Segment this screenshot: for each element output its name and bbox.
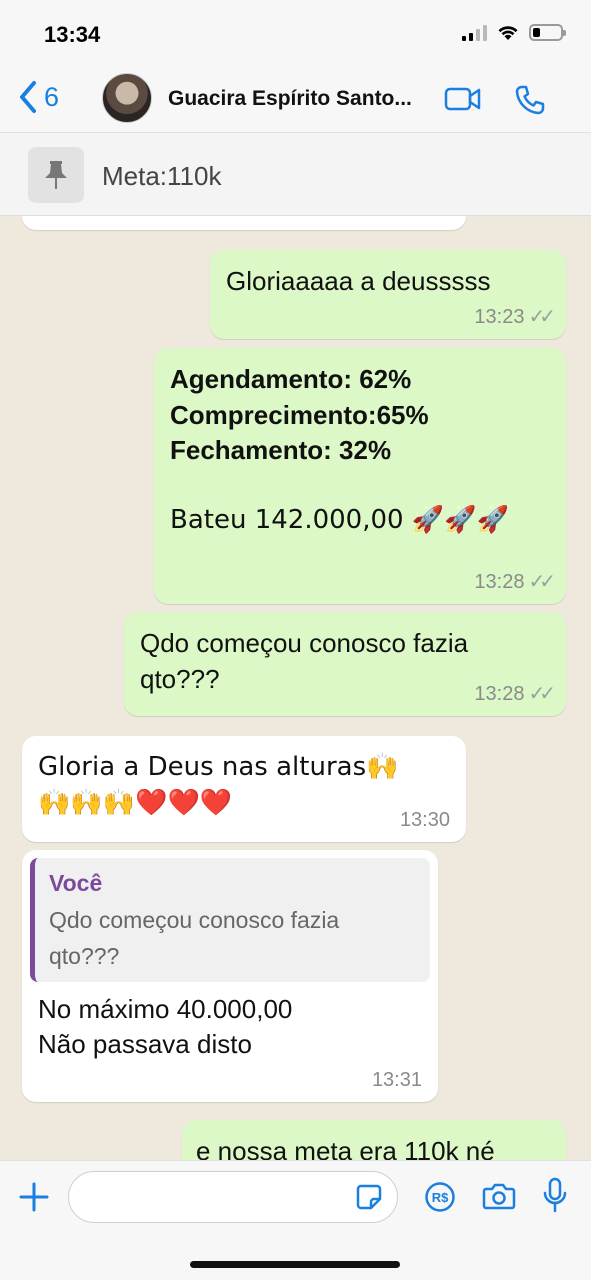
message-input[interactable] [68, 1171, 398, 1223]
signal-icon [462, 24, 487, 41]
message-bubble-outgoing[interactable]: Gloriaaaaa a deusssss 13:23 ✓✓ [210, 250, 566, 339]
message-line: Gloria a Deus nas alturas🙌 [38, 752, 399, 782]
unread-count: 6 [44, 81, 60, 112]
camera-icon[interactable] [482, 1181, 516, 1211]
message-line: 🙌🙌🙌❤️❤️❤️ [38, 787, 233, 818]
message-bold-line: Fechamento: 32% [170, 435, 392, 466]
message-time: 13:30 [399, 808, 450, 831]
message-time: 13:31 [371, 1068, 422, 1091]
back-button[interactable]: 6 [18, 80, 59, 114]
pinned-message-text: Meta:110k [102, 161, 222, 191]
message-time: 13:28 [474, 682, 525, 705]
message-line: Qdo começou conosco fazia [140, 628, 469, 658]
sticker-icon[interactable] [355, 1183, 383, 1211]
message-line: No máximo 40.000,00 [38, 993, 293, 1024]
message-meta: 13:28 ✓✓ [474, 681, 555, 708]
plus-icon[interactable] [18, 1181, 50, 1213]
message-meta: 13:31 [372, 1067, 422, 1094]
message-text: Gloriaaaaa a deusssss [226, 266, 491, 296]
read-ticks-icon: ✓✓ [528, 570, 555, 593]
phone-call-icon[interactable] [514, 84, 546, 116]
message-bubble-partial[interactable] [22, 216, 466, 230]
message-bold-line: Comprecimento:65% [170, 399, 429, 430]
video-call-icon[interactable] [444, 86, 482, 112]
wifi-icon [498, 26, 518, 40]
message-meta: 13:28 ✓✓ [474, 569, 555, 596]
message-meta: 13:30 [400, 807, 450, 834]
quoted-line: Qdo começou conosco fazia [49, 906, 340, 933]
message-time: 13:23 [474, 305, 525, 328]
pin-icon [28, 147, 84, 203]
message-bubble-outgoing[interactable]: Agendamento: 62% Comprecimento:65% Fecha… [154, 348, 566, 604]
message-bubble-outgoing[interactable]: Qdo começou conosco fazia qto??? 13:28 ✓… [124, 612, 566, 716]
message-time: 13:28 [474, 570, 525, 593]
quoted-line: qto??? [49, 942, 120, 969]
read-ticks-icon: ✓✓ [528, 682, 555, 705]
status-time: 13:34 [44, 22, 101, 47]
message-meta: 13:23 ✓✓ [474, 304, 555, 331]
contact-avatar[interactable] [102, 73, 152, 123]
message-bold-line: Agendamento: 62% [170, 364, 412, 394]
status-icons [462, 24, 566, 41]
message-bubble-outgoing-partial[interactable]: e nossa meta era 110k né [182, 1120, 566, 1160]
message-text: Bateu 142.000,00 🚀🚀🚀 [170, 504, 509, 535]
quoted-message[interactable]: Você Qdo começou conosco fazia qto??? [30, 858, 430, 982]
message-bubble-incoming-reply[interactable]: Você Qdo começou conosco fazia qto??? No… [22, 850, 438, 1102]
chat-header: 6 Guacira Espírito Santo... [0, 66, 591, 132]
status-bar: 13:34 [0, 0, 591, 66]
contact-name[interactable]: Guacira Espírito Santo... [168, 87, 430, 111]
svg-text:R$: R$ [432, 1190, 449, 1205]
read-ticks-icon: ✓✓ [528, 305, 555, 328]
message-text: e nossa meta era 110k né [196, 1136, 495, 1160]
microphone-icon[interactable] [542, 1177, 568, 1215]
payment-icon[interactable]: R$ [424, 1181, 456, 1213]
home-indicator[interactable] [190, 1261, 400, 1268]
message-bubble-incoming[interactable]: Gloria a Deus nas alturas🙌 🙌🙌🙌❤️❤️❤️ 13:… [22, 736, 466, 842]
chevron-left-icon [20, 81, 36, 113]
quoted-author: Você [49, 870, 103, 896]
chat-area[interactable]: Gloriaaaaa a deusssss 13:23 ✓✓ Agendamen… [0, 216, 591, 1160]
battery-icon [529, 24, 566, 41]
message-line: Não passava disto [38, 1029, 252, 1060]
pinned-message-banner[interactable]: Meta:110k [0, 132, 591, 216]
